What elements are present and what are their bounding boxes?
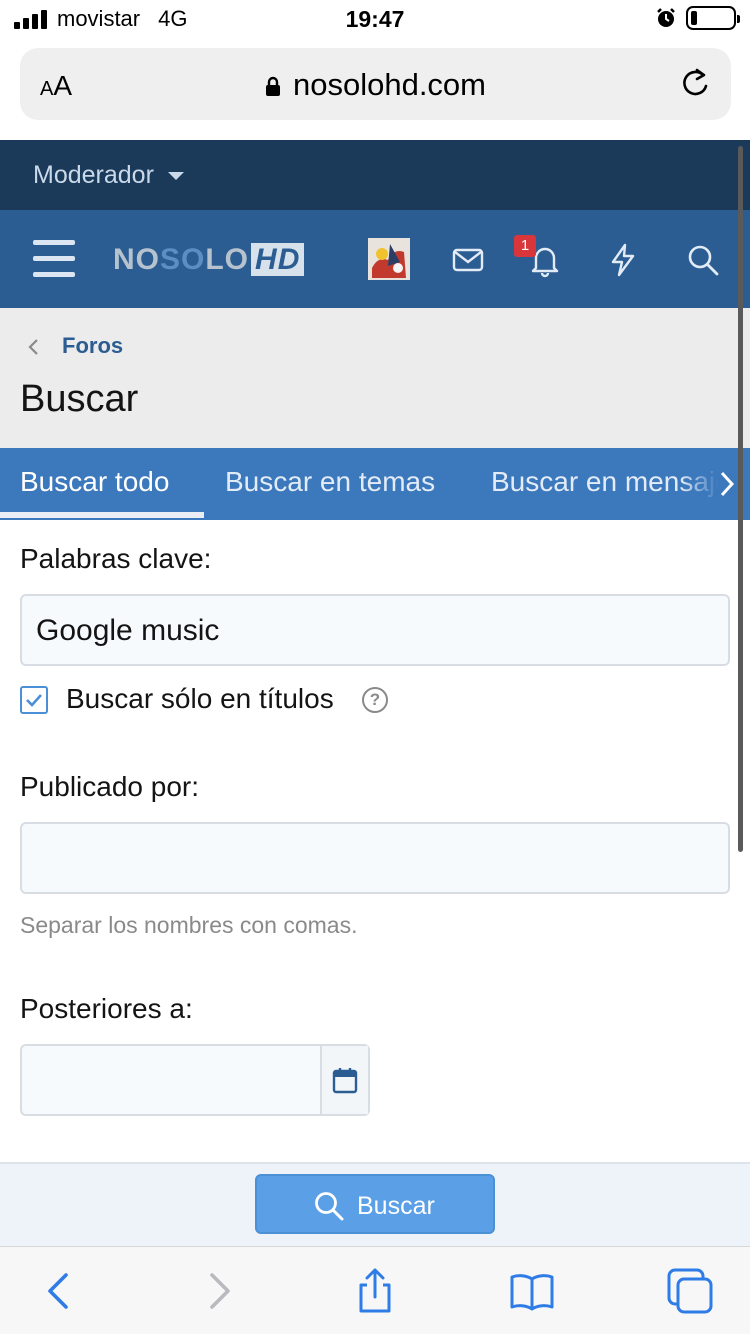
newer-than-date-input[interactable] (20, 1044, 370, 1116)
page-scrollbar[interactable] (738, 146, 743, 852)
site-logo[interactable]: NOSOLO HD (113, 243, 305, 277)
keywords-label: Palabras clave: (20, 543, 212, 574)
bookmarks-icon[interactable] (508, 1267, 556, 1315)
tab-buscar-todo[interactable]: Buscar todo (20, 466, 169, 498)
logo-part-no: NO (113, 243, 160, 276)
keywords-input[interactable]: Google music (20, 594, 730, 666)
status-right (656, 6, 740, 30)
safari-toolbar (0, 1246, 750, 1334)
battery-icon (686, 6, 740, 30)
caret-down-icon (168, 172, 184, 180)
moderator-bar[interactable]: Moderador (0, 140, 750, 210)
search-icon (315, 1192, 344, 1221)
breadcrumb-foros[interactable]: Foros (62, 333, 123, 359)
posted-by-input[interactable] (20, 822, 730, 894)
search-tabs: Buscar todo Buscar en temas Buscar en me… (0, 448, 750, 520)
chevron-left-icon[interactable] (26, 338, 40, 356)
page-title: Buscar (20, 378, 139, 420)
hamburger-menu-icon[interactable] (33, 240, 75, 278)
logo-part-so: SO (160, 243, 206, 276)
search-submit-label: Buscar (357, 1192, 435, 1220)
notification-badge: 1 (514, 235, 536, 257)
calendar-icon[interactable] (332, 1066, 358, 1094)
chevron-right-icon[interactable] (718, 470, 736, 498)
posted-by-label: Publicado por: (20, 771, 200, 802)
tabs-icon[interactable] (666, 1267, 714, 1315)
search-icon[interactable] (685, 242, 721, 278)
reload-icon[interactable] (679, 66, 713, 100)
lightning-icon[interactable] (605, 242, 641, 278)
logo-part-hd: HD (251, 243, 305, 276)
envelope-icon[interactable] (450, 242, 486, 278)
logo-part-lo: LO (205, 243, 250, 276)
titles-only-label[interactable]: Buscar sólo en títulos (66, 683, 334, 715)
lock-icon (265, 76, 280, 96)
help-icon[interactable]: ? (362, 687, 388, 713)
back-icon[interactable] (36, 1267, 84, 1315)
status-bar: movistar 4G 19:47 (0, 0, 750, 40)
forward-icon[interactable] (194, 1267, 242, 1315)
search-submit-button[interactable]: Buscar (255, 1174, 495, 1234)
status-time: 19:47 (345, 6, 405, 32)
page-header: Foros Buscar (0, 308, 750, 448)
alarm-clock-icon (657, 8, 675, 27)
moderator-menu[interactable]: Moderador (33, 161, 154, 190)
tab-buscar-en-temas[interactable]: Buscar en temas (225, 466, 435, 498)
newer-than-label: Posteriores a: (20, 993, 193, 1024)
checkmark-icon (26, 694, 42, 707)
titles-only-checkbox[interactable] (20, 686, 48, 714)
active-tab-indicator (0, 512, 204, 518)
posted-by-hint: Separar los nombres con comas. (20, 912, 358, 938)
address-bar[interactable]: AA nosolohd.com (20, 48, 731, 120)
share-icon[interactable] (351, 1267, 399, 1315)
avatar[interactable] (368, 238, 410, 280)
url-display[interactable]: nosolohd.com (20, 67, 731, 103)
url-text: nosolohd.com (292, 67, 486, 102)
